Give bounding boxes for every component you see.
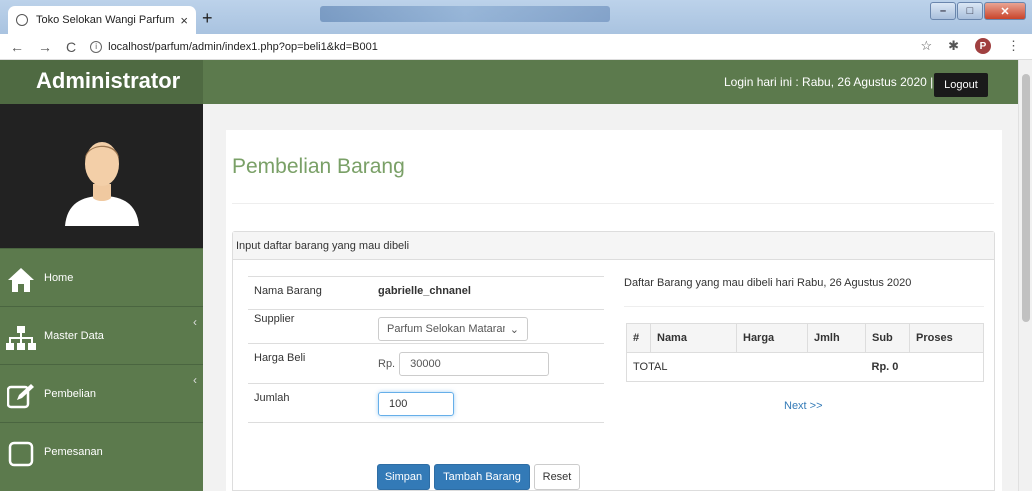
star-icon[interactable]: ☆: [920, 38, 932, 54]
column-header: Nama: [650, 323, 737, 353]
profile-avatar[interactable]: P: [975, 38, 991, 54]
sidebar-item-pembelian[interactable]: Pembelian ‹: [0, 364, 203, 422]
sidebar-item-label: Pemesanan: [44, 445, 103, 458]
column-header: Jmlh: [807, 323, 866, 353]
home-icon: [6, 263, 36, 293]
chevron-left-icon: ‹: [193, 315, 197, 329]
sidebar: Administrator Home Master Data ‹ Pembeli…: [0, 60, 203, 491]
brand-title: Administrator: [0, 60, 203, 104]
supplier-selected-value: Parfum Selokan Mataram: [387, 323, 505, 335]
back-icon[interactable]: ←: [10, 39, 24, 55]
vertical-scrollbar[interactable]: [1018, 60, 1032, 491]
login-date-text: Login hari ini : Rabu, 26 Agustus 2020 |: [724, 75, 934, 89]
column-header: Sub: [865, 323, 910, 353]
column-header: #: [626, 323, 651, 353]
browser-tab[interactable]: Toko Selokan Wangi Parfum ×: [8, 6, 196, 34]
currency-prefix: Rp.: [378, 358, 396, 370]
maximize-button[interactable]: □: [957, 2, 983, 20]
nama-barang-label: Nama Barang: [254, 285, 322, 297]
sidebar-item-label: Pembelian: [44, 387, 96, 400]
square-icon: [6, 437, 36, 467]
sidebar-item-pemesanan[interactable]: Pemesanan: [0, 422, 203, 480]
tab-title: Toko Selokan Wangi Parfum: [36, 14, 175, 26]
divider: [624, 306, 984, 307]
close-window-button[interactable]: ✕: [984, 2, 1026, 20]
table-row: TOTAL Rp. 0: [626, 352, 984, 382]
form-row-supplier: Supplier Parfum Selokan Mataram ⌄: [248, 309, 604, 343]
user-avatar-icon: [64, 142, 139, 226]
scrollbar-thumb[interactable]: [1022, 74, 1030, 322]
info-icon[interactable]: i: [90, 40, 103, 53]
panel-title: Input daftar barang yang mau dibeli: [233, 232, 994, 260]
supplier-select[interactable]: Parfum Selokan Mataram ⌄: [378, 317, 528, 341]
logout-button[interactable]: Logout: [934, 73, 988, 97]
new-tab-button[interactable]: +: [202, 8, 213, 29]
reset-button[interactable]: Reset: [534, 464, 580, 490]
reload-icon[interactable]: C: [66, 39, 76, 55]
page-title: Pembelian Barang: [232, 155, 405, 178]
harga-beli-input[interactable]: 30000: [399, 352, 550, 376]
minimize-button[interactable]: –: [930, 2, 956, 20]
total-value: Rp. 0: [865, 352, 910, 382]
next-page-link[interactable]: Next >>: [784, 400, 823, 412]
menu-icon[interactable]: ⋮: [1007, 38, 1020, 54]
empty-cell: [909, 352, 984, 382]
forward-icon[interactable]: →: [38, 39, 52, 55]
sitemap-icon: [6, 321, 36, 351]
extensions-icon[interactable]: ✱: [948, 38, 959, 54]
sidebar-item-label: Master Data: [44, 329, 104, 342]
avatar: [0, 104, 203, 248]
form-row-harga: Harga Beli Rp. 30000: [248, 343, 604, 383]
supplier-label: Supplier: [254, 313, 295, 325]
sidebar-item-master-data[interactable]: Master Data ‹: [0, 306, 203, 364]
table-header-row: # Nama Harga Jmlh Sub Proses: [626, 323, 984, 353]
globe-icon: [16, 14, 28, 26]
address-bar: ← → C i localhost/parfum/admin/index1.ph…: [0, 34, 1032, 60]
jumlah-label: Jumlah: [254, 392, 290, 404]
simpan-button[interactable]: Simpan: [377, 464, 430, 490]
url-field[interactable]: localhost/parfum/admin/index1.php?op=bel…: [108, 41, 378, 53]
divider: [232, 203, 994, 204]
purchase-list-title: Daftar Barang yang mau dibeli hari Rabu,…: [624, 277, 912, 289]
sidebar-item-label: Home: [44, 271, 74, 284]
tab-close-icon[interactable]: ×: [180, 13, 188, 28]
sidebar-item-home[interactable]: Home: [0, 248, 203, 306]
column-header: Harga: [736, 323, 808, 353]
browser-tab-bar: Toko Selokan Wangi Parfum × + – □ ✕: [0, 0, 1032, 34]
edit-icon: [6, 379, 36, 409]
harga-beli-label: Harga Beli: [254, 352, 306, 364]
window-title-blur: [320, 6, 610, 22]
purchase-table: # Nama Harga Jmlh Sub Proses TOTAL Rp. 0: [626, 323, 984, 382]
total-label: TOTAL: [626, 352, 866, 382]
form-row-jumlah: Jumlah 100: [248, 383, 604, 423]
form-row-nama: Nama Barang gabrielle_chnanel: [248, 276, 604, 309]
window-controls: – □ ✕: [930, 2, 1026, 20]
jumlah-input[interactable]: 100: [378, 392, 454, 416]
tambah-barang-button[interactable]: Tambah Barang: [434, 464, 530, 490]
nama-barang-value: gabrielle_chnanel: [378, 285, 471, 297]
column-header: Proses: [909, 323, 984, 353]
chevron-left-icon: ‹: [193, 373, 197, 387]
chevron-down-icon: ⌄: [509, 323, 519, 336]
purchase-panel: Input daftar barang yang mau dibeli Nama…: [232, 231, 995, 491]
header-bar: Login hari ini : Rabu, 26 Agustus 2020 |…: [203, 60, 1018, 104]
